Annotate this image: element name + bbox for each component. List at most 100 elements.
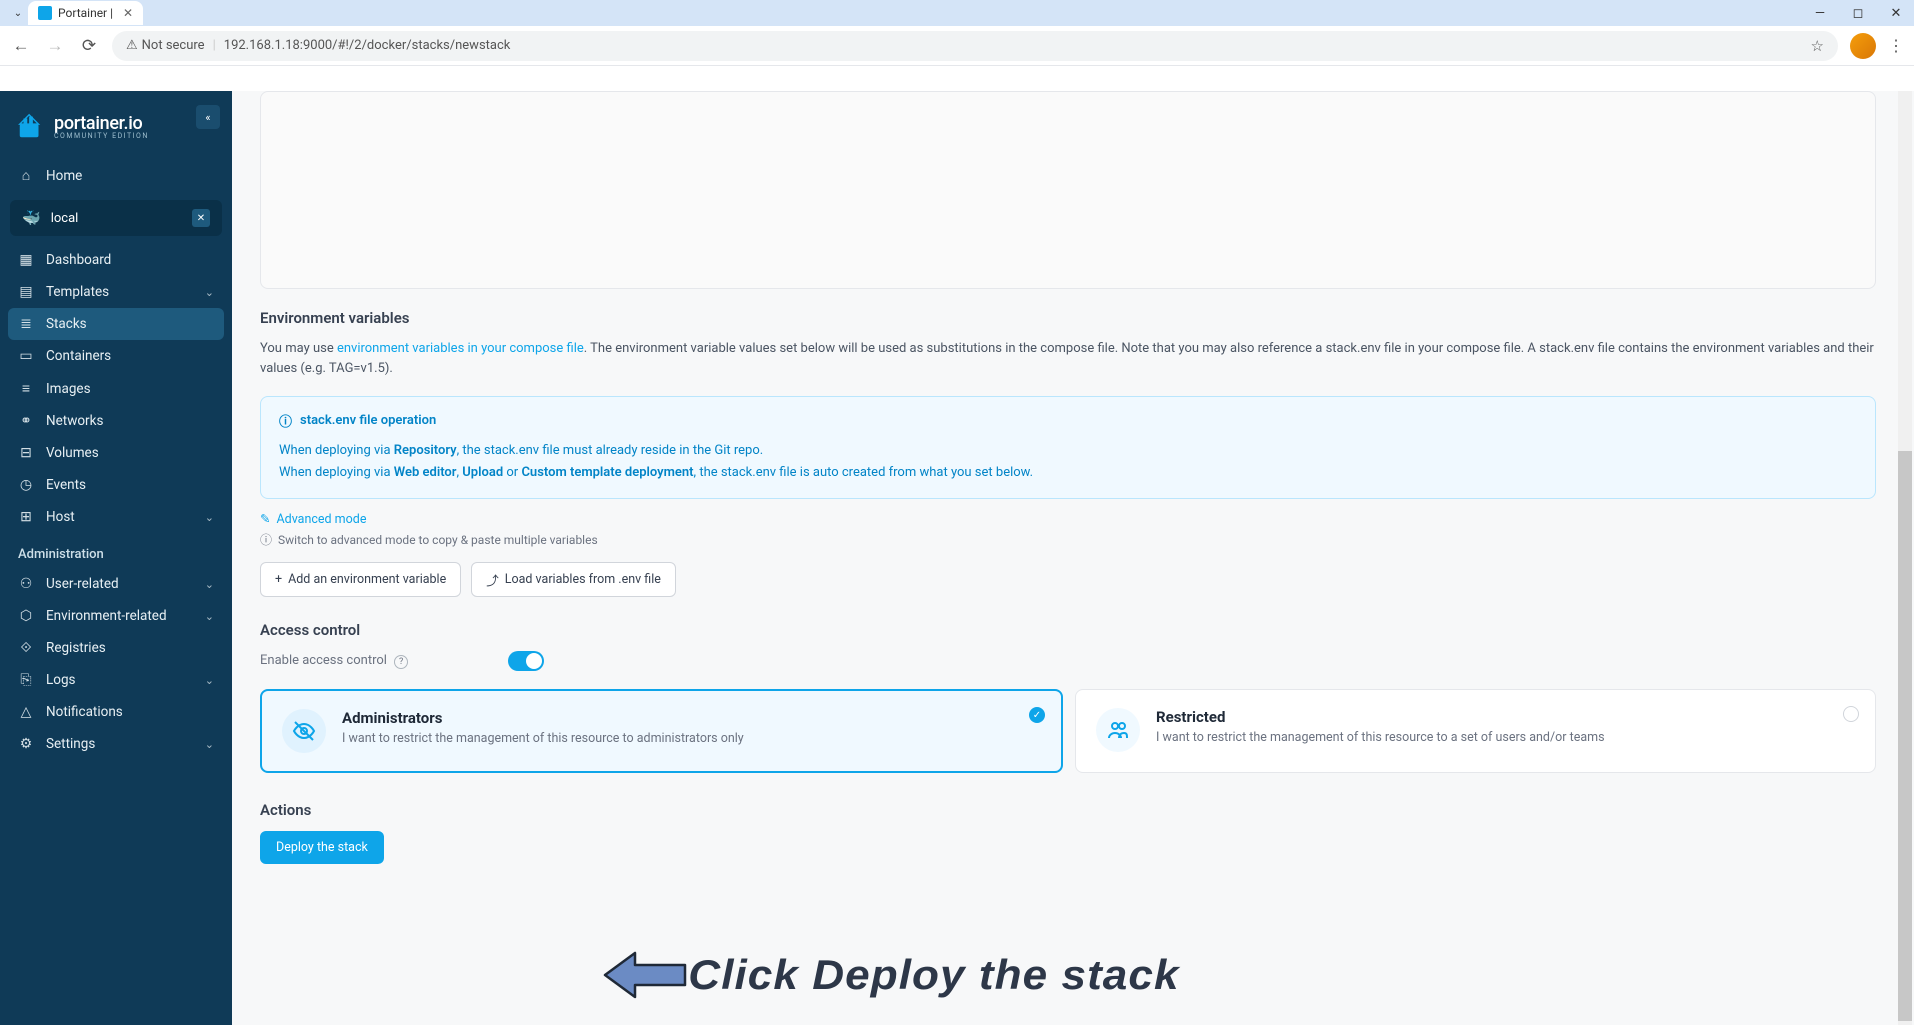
- environment-badge[interactable]: 🐳 local ✕: [10, 200, 222, 236]
- chevron-down-icon: ⌄: [205, 578, 214, 591]
- sidebar-item-label: Notifications: [46, 704, 123, 720]
- bookmark-icon[interactable]: ☆: [1811, 37, 1824, 55]
- notifications-icon: △: [18, 704, 34, 720]
- sidebar-item-containers[interactable]: ▭ Containers: [0, 340, 232, 372]
- images-icon: ≡: [18, 380, 34, 397]
- close-window-icon[interactable]: ✕: [1886, 6, 1906, 21]
- reload-button[interactable]: ⟳: [78, 36, 100, 56]
- sidebar-item-label: Volumes: [46, 445, 99, 461]
- brand-edition: COMMUNITY EDITION: [54, 132, 149, 140]
- chevron-down-icon: ⌄: [205, 674, 214, 687]
- minimize-icon[interactable]: —: [1810, 6, 1830, 21]
- sidebar-item-label: Containers: [46, 348, 111, 364]
- info-box-title: ⓘ stack.env file operation: [279, 411, 1857, 430]
- info-line-2: When deploying via Web editor, Upload or…: [279, 462, 1857, 484]
- close-env-icon[interactable]: ✕: [192, 209, 210, 227]
- info-line-1: When deploying via Repository, the stack…: [279, 440, 1857, 462]
- url-text: 192.168.1.18:9000/#!/2/docker/stacks/new…: [224, 38, 511, 53]
- sidebar-item-user-related[interactable]: ⚇User-related⌄: [0, 568, 232, 600]
- sidebar-item-templates[interactable]: ▤Templates⌄: [0, 276, 232, 308]
- env-help-text: You may use environment variables in you…: [260, 339, 1876, 378]
- sidebar-item-logs[interactable]: ⎘ Logs ⌄: [0, 664, 232, 696]
- back-button[interactable]: ←: [10, 36, 32, 56]
- access-card-administrators[interactable]: Administrators I want to restrict the ma…: [260, 689, 1063, 773]
- tab-close-icon[interactable]: ✕: [123, 6, 133, 20]
- info-small-icon: ⓘ: [260, 531, 272, 548]
- main-content: Environment variables You may use enviro…: [232, 91, 1914, 1025]
- actions-title: Actions: [260, 801, 1876, 819]
- security-label: Not secure: [142, 38, 205, 53]
- sidebar-home[interactable]: ⌂ Home: [0, 159, 232, 192]
- env-help-link[interactable]: environment variables in your compose fi…: [337, 341, 584, 356]
- access-card-restricted[interactable]: Restricted I want to restrict the manage…: [1075, 689, 1876, 773]
- access-control-label: Enable access control: [260, 653, 387, 668]
- info-icon: ⓘ: [279, 411, 292, 430]
- check-icon: ✓: [1029, 707, 1045, 723]
- card-title: Administrators: [342, 709, 744, 727]
- events-icon: ◷: [18, 477, 34, 493]
- sidebar-item-dashboard[interactable]: ▦Dashboard: [0, 244, 232, 276]
- browser-tab-strip: ⌄ Portainer | ✕ — ◻ ✕: [0, 0, 1914, 26]
- sidebar-item-host[interactable]: ⊞Host⌄: [0, 501, 232, 533]
- stacks-icon: ≣: [18, 316, 34, 332]
- access-control-toggle-row: Enable access control ?: [260, 651, 1876, 671]
- chevron-down-icon: ⌄: [205, 610, 214, 623]
- sidebar-section-administration: Administration: [0, 533, 232, 568]
- registries-icon: ⟐: [18, 640, 34, 656]
- home-icon: ⌂: [18, 167, 34, 184]
- sidebar-item-label: Logs: [46, 672, 76, 688]
- card-desc: I want to restrict the management of thi…: [1156, 730, 1605, 745]
- access-control-title: Access control: [260, 621, 1876, 639]
- address-bar[interactable]: ⚠ Not secure | 192.168.1.18:9000/#!/2/do…: [112, 31, 1838, 61]
- sidebar-item-stacks[interactable]: ≣Stacks: [8, 308, 224, 340]
- env-section-title: Environment variables: [260, 309, 1876, 327]
- tab-dropdown-icon[interactable]: ⌄: [8, 8, 28, 19]
- advanced-mode-hint: ⓘ Switch to advanced mode to copy & past…: [260, 531, 1876, 548]
- environment-name: local: [51, 211, 79, 226]
- eye-off-icon: [282, 709, 326, 753]
- scrollbar-thumb[interactable]: [1898, 451, 1912, 1021]
- access-control-toggle[interactable]: [508, 651, 544, 671]
- portainer-logo-icon: [16, 111, 46, 141]
- sidebar-item-environment-related[interactable]: ⬡Environment-related⌄: [0, 600, 232, 632]
- maximize-icon[interactable]: ◻: [1848, 6, 1868, 21]
- stackenv-info-box: ⓘ stack.env file operation When deployin…: [260, 396, 1876, 499]
- logs-icon: ⎘: [18, 672, 34, 688]
- environment-related-icon: ⬡: [18, 608, 34, 624]
- add-env-var-button[interactable]: + Add an environment variable: [260, 562, 461, 597]
- tab-title: Portainer |: [58, 6, 113, 20]
- browser-menu-icon[interactable]: ⋮: [1888, 36, 1904, 55]
- sidebar-item-registries[interactable]: ⟐ Registries: [0, 632, 232, 664]
- sidebar-collapse-button[interactable]: «: [196, 105, 220, 129]
- sidebar-item-events[interactable]: ◷ Events: [0, 469, 232, 501]
- deploy-stack-button[interactable]: Deploy the stack: [260, 831, 384, 864]
- sidebar-item-label: Networks: [46, 413, 103, 429]
- card-title: Restricted: [1156, 708, 1605, 726]
- sidebar-item-networks[interactable]: ⚭Networks: [0, 405, 232, 437]
- divider: |: [213, 38, 216, 53]
- sidebar-item-label: Events: [46, 477, 86, 493]
- profile-avatar[interactable]: [1850, 33, 1876, 59]
- chevron-down-icon: ⌄: [205, 738, 214, 751]
- sidebar-item-label: Templates: [46, 284, 109, 300]
- browser-toolbar: ← → ⟳ ⚠ Not secure | 192.168.1.18:9000/#…: [0, 26, 1914, 66]
- web-editor-area[interactable]: [260, 91, 1876, 289]
- load-env-file-button[interactable]: ⤴ Load variables from .env file: [471, 562, 676, 597]
- sidebar-item-volumes[interactable]: ⊟Volumes: [0, 437, 232, 469]
- containers-icon: ▭: [18, 348, 34, 364]
- sidebar-item-label: Dashboard: [46, 252, 111, 268]
- sidebar-item-settings[interactable]: ⚙Settings⌄: [0, 728, 232, 760]
- sidebar-item-notifications[interactable]: △ Notifications: [0, 696, 232, 728]
- browser-tab[interactable]: Portainer | ✕: [28, 1, 143, 25]
- docker-icon: 🐳: [22, 209, 41, 227]
- sidebar-item-images[interactable]: ≡Images: [0, 372, 232, 405]
- settings-icon: ⚙: [18, 736, 34, 752]
- plus-icon: +: [275, 572, 282, 587]
- security-indicator[interactable]: ⚠ Not secure: [126, 38, 205, 53]
- help-icon[interactable]: ?: [394, 655, 408, 669]
- forward-button[interactable]: →: [44, 36, 66, 56]
- sidebar-item-label: User-related: [46, 576, 119, 592]
- app-root: « portainer.io COMMUNITY EDITION ⌂ Home …: [0, 91, 1914, 1025]
- sidebar-item-label: Registries: [46, 640, 106, 656]
- advanced-mode-link[interactable]: ✎ Advanced mode: [260, 511, 1876, 527]
